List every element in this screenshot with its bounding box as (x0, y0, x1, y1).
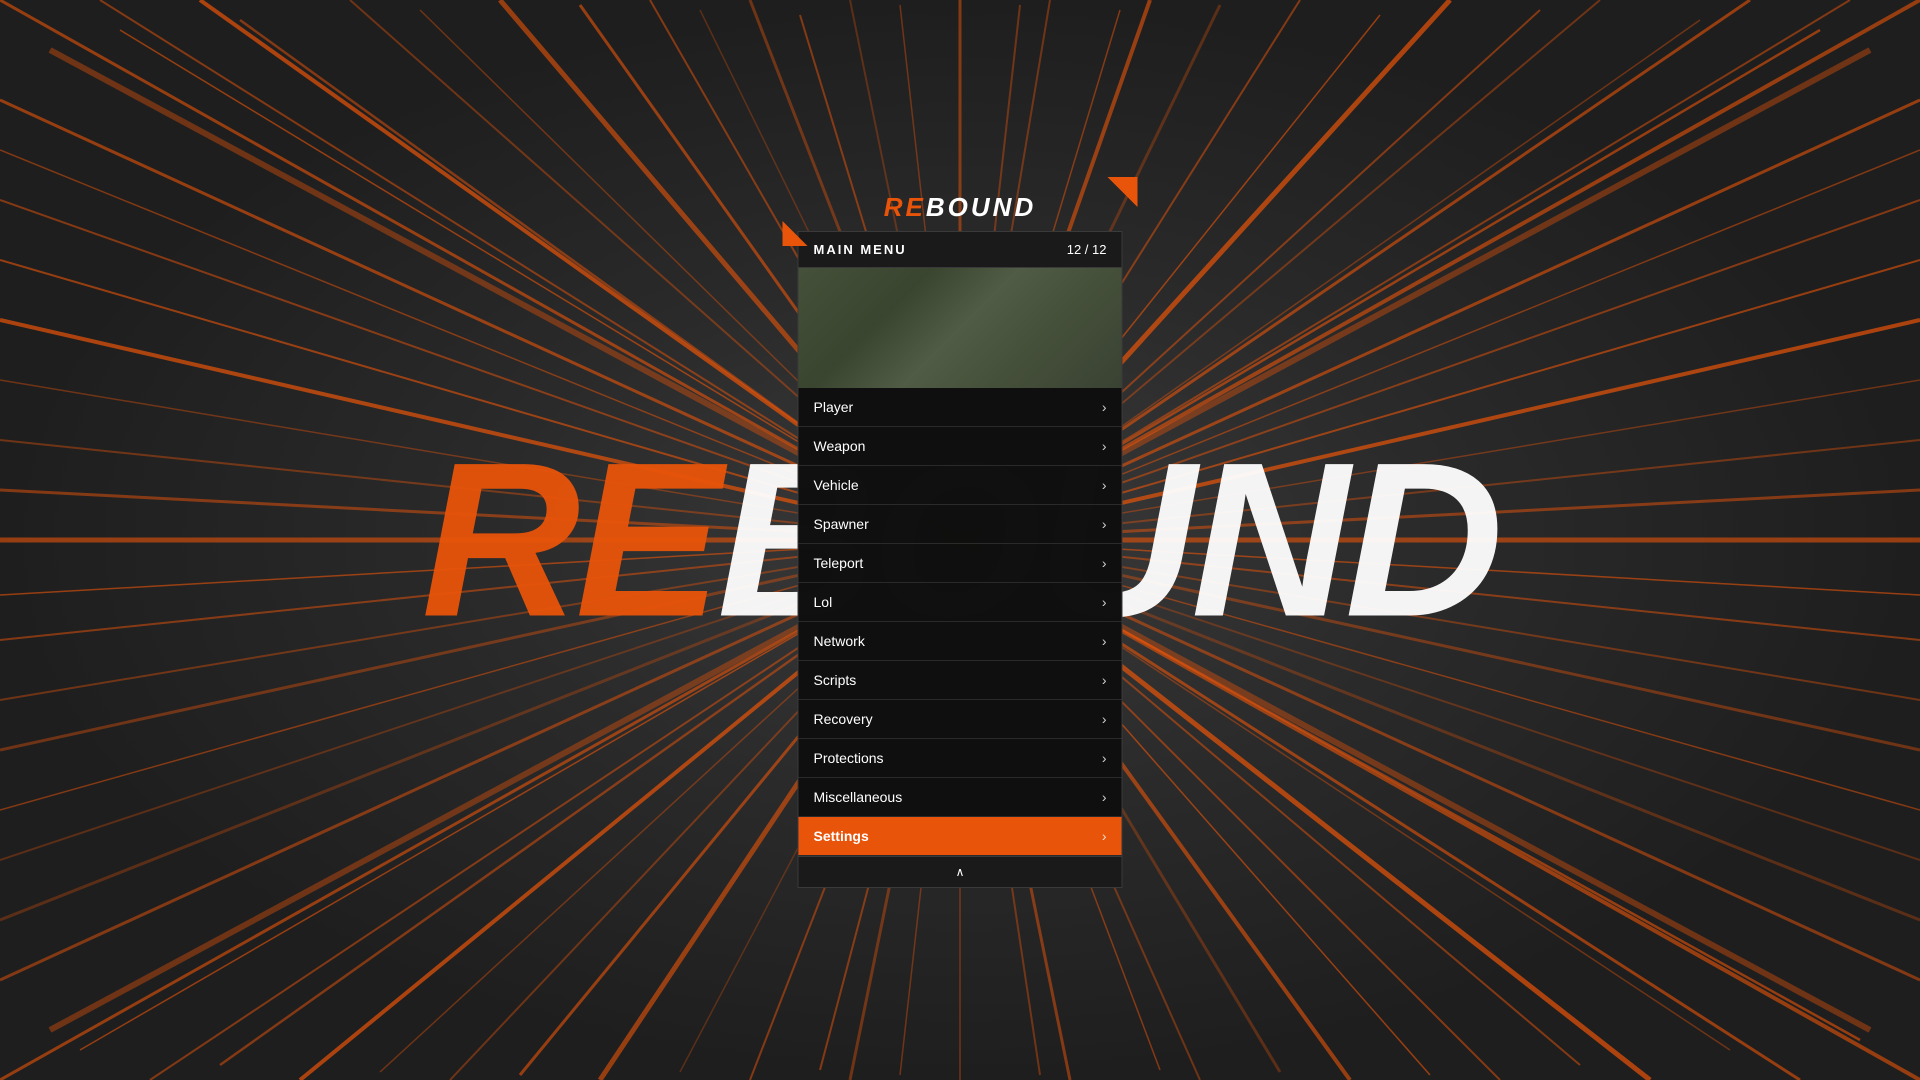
menu-item-arrow-icon: › (1102, 516, 1107, 532)
menu-title: MAIN MENU (814, 242, 907, 257)
menu-item-label: Recovery (814, 711, 873, 727)
menu-item-label: Lol (814, 594, 833, 610)
logo-header: REBOUND (798, 192, 1123, 231)
menu-item[interactable]: Settings › (799, 817, 1122, 856)
logo: REBOUND (884, 192, 1036, 223)
menu-item[interactable]: Weapon › (799, 427, 1122, 466)
menu-item-arrow-icon: › (1102, 438, 1107, 454)
menu-item-label: Weapon (814, 438, 866, 454)
logo-bound: BOUND (926, 192, 1036, 222)
game-preview (799, 268, 1122, 388)
menu-item-arrow-icon: › (1102, 477, 1107, 493)
menu-item-label: Miscellaneous (814, 789, 903, 805)
menu-item[interactable]: Spawner › (799, 505, 1122, 544)
menu-footer: ∧ (799, 856, 1122, 887)
menu-item-arrow-icon: › (1102, 555, 1107, 571)
menu-panel: MAIN MENU 12 / 12 Player › Weapon › Vehicle ›… (798, 231, 1123, 888)
menu-item-arrow-icon: › (1102, 672, 1107, 688)
menu-item-arrow-icon: › (1102, 399, 1107, 415)
menu-item-arrow-icon: › (1102, 711, 1107, 727)
menu-item[interactable]: Vehicle › (799, 466, 1122, 505)
menu-item[interactable]: Recovery › (799, 700, 1122, 739)
menu-container: REBOUND MAIN MENU 12 / 12 Player › Weapon ›… (798, 192, 1123, 888)
menu-item-arrow-icon: › (1102, 633, 1107, 649)
menu-item-arrow-icon: › (1102, 750, 1107, 766)
menu-item[interactable]: Network › (799, 622, 1122, 661)
menu-item-label: Settings (814, 828, 869, 844)
scroll-up-indicator: ∧ (956, 865, 965, 879)
menu-header: MAIN MENU 12 / 12 (799, 232, 1122, 268)
menu-items-list: Player›Weapon›Vehicle›Spawner›Teleport›L… (799, 388, 1122, 856)
menu-counter: 12 / 12 (1067, 242, 1107, 257)
menu-item[interactable]: Lol › (799, 583, 1122, 622)
menu-item[interactable]: Scripts › (799, 661, 1122, 700)
menu-item-label: Teleport (814, 555, 864, 571)
menu-item-arrow-icon: › (1102, 789, 1107, 805)
menu-item[interactable]: Protections › (799, 739, 1122, 778)
menu-item[interactable]: Miscellaneous › (799, 778, 1122, 817)
menu-item-label: Player (814, 399, 854, 415)
menu-item-arrow-icon: › (1102, 828, 1107, 844)
game-preview-background (799, 268, 1122, 388)
menu-item-label: Protections (814, 750, 884, 766)
menu-item-arrow-icon: › (1102, 594, 1107, 610)
menu-item-label: Spawner (814, 516, 869, 532)
menu-item[interactable]: Teleport › (799, 544, 1122, 583)
menu-item-label: Network (814, 633, 865, 649)
menu-item-label: Scripts (814, 672, 857, 688)
menu-item-label: Vehicle (814, 477, 859, 493)
menu-item[interactable]: Player › (799, 388, 1122, 427)
logo-re: RE (884, 192, 926, 222)
